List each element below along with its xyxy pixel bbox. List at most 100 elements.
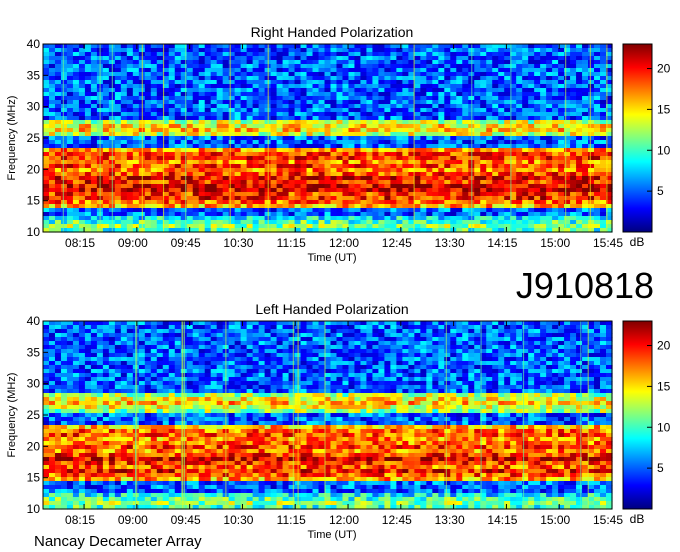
spectrogram-cell: [216, 168, 224, 173]
spectrogram-cell: [420, 148, 427, 153]
spectrogram-cell: [576, 164, 583, 169]
spectrogram-cell: [204, 148, 212, 153]
spectrogram-cell: [336, 140, 344, 145]
spectrogram-cell: [168, 152, 176, 157]
spectrogram-cell: [198, 220, 206, 225]
spectrogram-cell: [102, 72, 110, 77]
spectrogram-cell: [312, 172, 320, 177]
spectrogram-cell: [516, 172, 523, 177]
spectrogram-cell: [552, 116, 559, 121]
spectrogram-cell: [516, 321, 523, 326]
spectrogram-cell: [252, 44, 260, 49]
spectrogram-cell: [318, 224, 326, 229]
spectrogram-cell: [318, 160, 326, 165]
spectrogram-cell: [384, 60, 391, 65]
spectrogram-cell: [582, 92, 589, 97]
spectrogram-cell: [450, 104, 457, 109]
spectrogram-cell: [150, 188, 158, 193]
spectrogram-cell: [288, 148, 296, 153]
spectrogram-cell: [120, 325, 128, 330]
spectrogram-cell: [336, 184, 344, 189]
y-tick-label: 20: [27, 162, 41, 176]
spectrogram-cell: [306, 224, 314, 229]
spectrogram-cell: [102, 192, 110, 197]
spectrogram-cell: [216, 333, 224, 338]
spectrogram-cell: [324, 172, 332, 177]
spectrogram-cell: [114, 148, 122, 153]
spectrogram-cell: [306, 325, 314, 330]
spectrogram-cell: [414, 321, 421, 326]
spectrogram-cell: [276, 212, 284, 217]
spectrogram-cell: [234, 136, 242, 141]
spectrogram-cell: [318, 88, 326, 93]
spectrogram-cell: [492, 333, 499, 338]
spectrogram-cell: [420, 84, 427, 89]
spectrogram-cell: [198, 80, 206, 85]
spectrogram-cell: [354, 68, 362, 73]
spectrogram-cell: [66, 140, 74, 145]
spectrogram-cell: [534, 88, 541, 93]
spectrogram-cell: [486, 60, 493, 65]
spectrogram-cell: [204, 208, 212, 213]
spectrogram-cell: [168, 200, 176, 205]
spectrogram-cell: [342, 164, 350, 169]
spectrogram-cell: [474, 60, 481, 65]
spectrogram-cell: [396, 128, 403, 133]
spectrogram-cell: [384, 172, 391, 177]
spectrogram-cell: [258, 48, 266, 53]
spectrogram-cell: [558, 152, 565, 157]
spectrogram-cell: [228, 56, 236, 61]
spectrogram-cell: [420, 156, 427, 161]
spectrogram-cell: [204, 152, 212, 157]
spectrogram-cell: [228, 136, 236, 141]
spectrogram-cell: [174, 188, 182, 193]
spectrogram-cell: [270, 160, 278, 165]
spectrogram-cell: [588, 92, 595, 97]
spectrogram-cell: [222, 176, 230, 181]
spectrogram-cell: [324, 56, 332, 61]
spectrogram-cell: [150, 92, 158, 97]
spectrogram-cell: [396, 100, 403, 105]
spectrogram-cell: [474, 160, 481, 165]
spectrogram-cell: [594, 104, 601, 109]
spectrogram-cell: [150, 128, 158, 133]
spectrogram-cell: [342, 124, 350, 129]
spectrogram-cell: [222, 60, 230, 65]
spectrogram-cell: [90, 196, 98, 201]
spectrogram-cell: [66, 88, 74, 93]
spectrogram-cell: [246, 76, 254, 81]
spectrogram-cell: [210, 52, 218, 57]
spectrogram-cell: [528, 152, 535, 157]
spectrogram-cell: [300, 80, 308, 85]
spectrogram-cell: [150, 56, 158, 61]
spectrogram-cell: [570, 84, 577, 89]
x-tick-label: 15:45: [593, 236, 623, 250]
spectrogram-cell: [270, 329, 278, 334]
spectrogram-cell: [204, 196, 212, 201]
spectrogram-cell: [126, 136, 134, 141]
spectrogram-cell: [432, 72, 439, 77]
spectrogram-cell: [600, 216, 607, 221]
spectrogram-cell: [60, 208, 68, 213]
spectrogram-cell: [258, 156, 266, 161]
spectrogram-cell: [84, 96, 92, 101]
panel-left-polarization: Left Handed Polarization 08:15 09:00 09:45…: [6, 301, 671, 541]
spectrogram-cell: [216, 148, 224, 153]
spectrogram-cell: [462, 176, 469, 181]
spectrogram-cell: [330, 80, 338, 85]
spectrogram-cell: [486, 224, 493, 229]
spectrogram-cell: [270, 124, 278, 129]
spectrogram-cell: [402, 192, 409, 197]
spectrogram-cell: [258, 176, 266, 181]
spectrogram-cell: [216, 212, 224, 217]
spectrogram-cell: [312, 136, 320, 141]
spectrogram-cell: [114, 220, 122, 225]
spectrogram-cell: [450, 184, 457, 189]
spectrogram-cell: [378, 100, 385, 105]
spectrogram-cell: [372, 337, 380, 342]
spectrogram-cell: [168, 160, 176, 165]
spectrogram-cell: [414, 180, 421, 185]
spectrogram-cell: [576, 108, 583, 113]
spectrogram-cell: [552, 48, 559, 53]
spectrogram-cell: [66, 128, 74, 133]
